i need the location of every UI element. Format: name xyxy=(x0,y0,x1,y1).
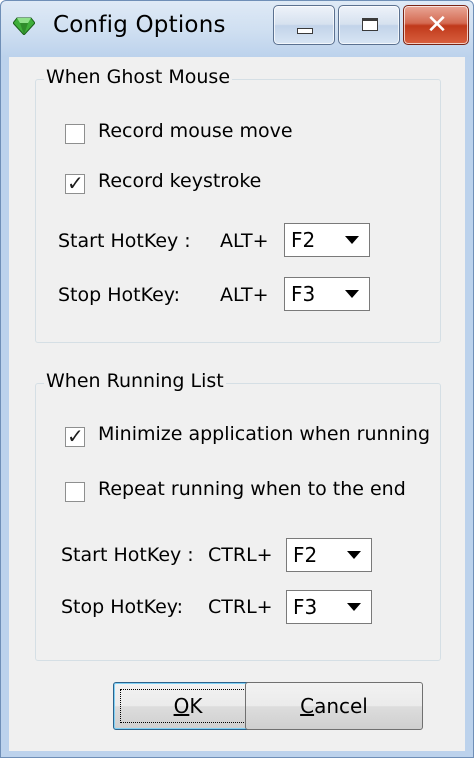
config-options-dialog: Config Options ✕ When Ghost Mouse Record… xyxy=(0,0,474,758)
repeat-running-label[interactable]: Repeat running when to the end xyxy=(98,478,406,500)
ok-button[interactable]: OK xyxy=(113,682,263,730)
gm-start-hotkey-value: F2 xyxy=(291,228,316,252)
maximize-button[interactable] xyxy=(338,5,400,45)
dialog-client-area: When Ghost Mouse Record mouse move ✓ Rec… xyxy=(9,57,465,751)
gm-start-hotkey-modifier: ALT+ xyxy=(220,230,269,252)
rl-stop-hotkey-label: Stop HotKey: xyxy=(61,596,184,618)
checkmark-icon: ✓ xyxy=(67,171,84,195)
rl-start-hotkey-value: F2 xyxy=(293,543,318,567)
rl-stop-hotkey-select[interactable]: F3 xyxy=(286,590,372,624)
gm-stop-hotkey-select[interactable]: F3 xyxy=(284,277,370,311)
maximize-icon xyxy=(362,18,378,31)
gm-stop-hotkey-value: F3 xyxy=(291,282,316,306)
running-list-legend: When Running List xyxy=(44,370,226,392)
rl-start-hotkey-label: Start HotKey : xyxy=(61,544,194,566)
close-button[interactable]: ✕ xyxy=(403,5,469,45)
close-icon: ✕ xyxy=(426,10,448,40)
minimize-when-running-checkbox[interactable]: ✓ xyxy=(65,424,85,448)
ghost-mouse-legend: When Ghost Mouse xyxy=(44,66,233,88)
cancel-button-accel: C xyxy=(300,694,315,718)
gm-start-hotkey-select[interactable]: F2 xyxy=(284,223,370,257)
gm-stop-hotkey-modifier: ALT+ xyxy=(220,284,269,306)
minimize-icon xyxy=(297,28,313,34)
ghost-mouse-group: When Ghost Mouse Record mouse move ✓ Rec… xyxy=(35,66,441,343)
rl-stop-hotkey-dropdown-button[interactable] xyxy=(340,592,370,622)
rl-stop-hotkey-modifier: CTRL+ xyxy=(208,596,273,618)
focus-rectangle xyxy=(120,689,256,723)
rl-stop-hotkey-value: F3 xyxy=(293,595,318,619)
window-title: Config Options xyxy=(53,12,226,38)
title-bar[interactable]: Config Options ✕ xyxy=(1,1,473,57)
running-list-group: When Running List ✓ Minimize application… xyxy=(35,370,441,661)
checkmark-icon: ✓ xyxy=(67,424,84,448)
chevron-down-icon xyxy=(345,236,359,244)
rl-start-hotkey-modifier: CTRL+ xyxy=(208,544,273,566)
record-keystroke-label[interactable]: Record keystroke xyxy=(98,170,261,192)
repeat-running-checkbox[interactable] xyxy=(65,482,85,502)
cancel-button-label: ancel xyxy=(314,694,368,718)
chevron-down-icon xyxy=(347,603,361,611)
record-mouse-move-label[interactable]: Record mouse move xyxy=(98,120,293,142)
chevron-down-icon xyxy=(347,551,361,559)
gm-start-hotkey-dropdown-button[interactable] xyxy=(338,225,368,255)
rl-start-hotkey-dropdown-button[interactable] xyxy=(340,540,370,570)
gm-start-hotkey-label: Start HotKey : xyxy=(58,230,191,252)
minimize-when-running-label[interactable]: Minimize application when running xyxy=(98,423,430,445)
rl-start-hotkey-select[interactable]: F2 xyxy=(286,538,372,572)
cancel-button[interactable]: Cancel xyxy=(245,682,423,730)
gem-icon xyxy=(13,17,35,35)
record-keystroke-checkbox[interactable]: ✓ xyxy=(65,171,85,195)
record-mouse-move-checkbox[interactable] xyxy=(65,124,85,144)
gm-stop-hotkey-dropdown-button[interactable] xyxy=(338,279,368,309)
minimize-button[interactable] xyxy=(273,5,335,45)
chevron-down-icon xyxy=(345,290,359,298)
gm-stop-hotkey-label: Stop HotKey: xyxy=(58,284,181,306)
